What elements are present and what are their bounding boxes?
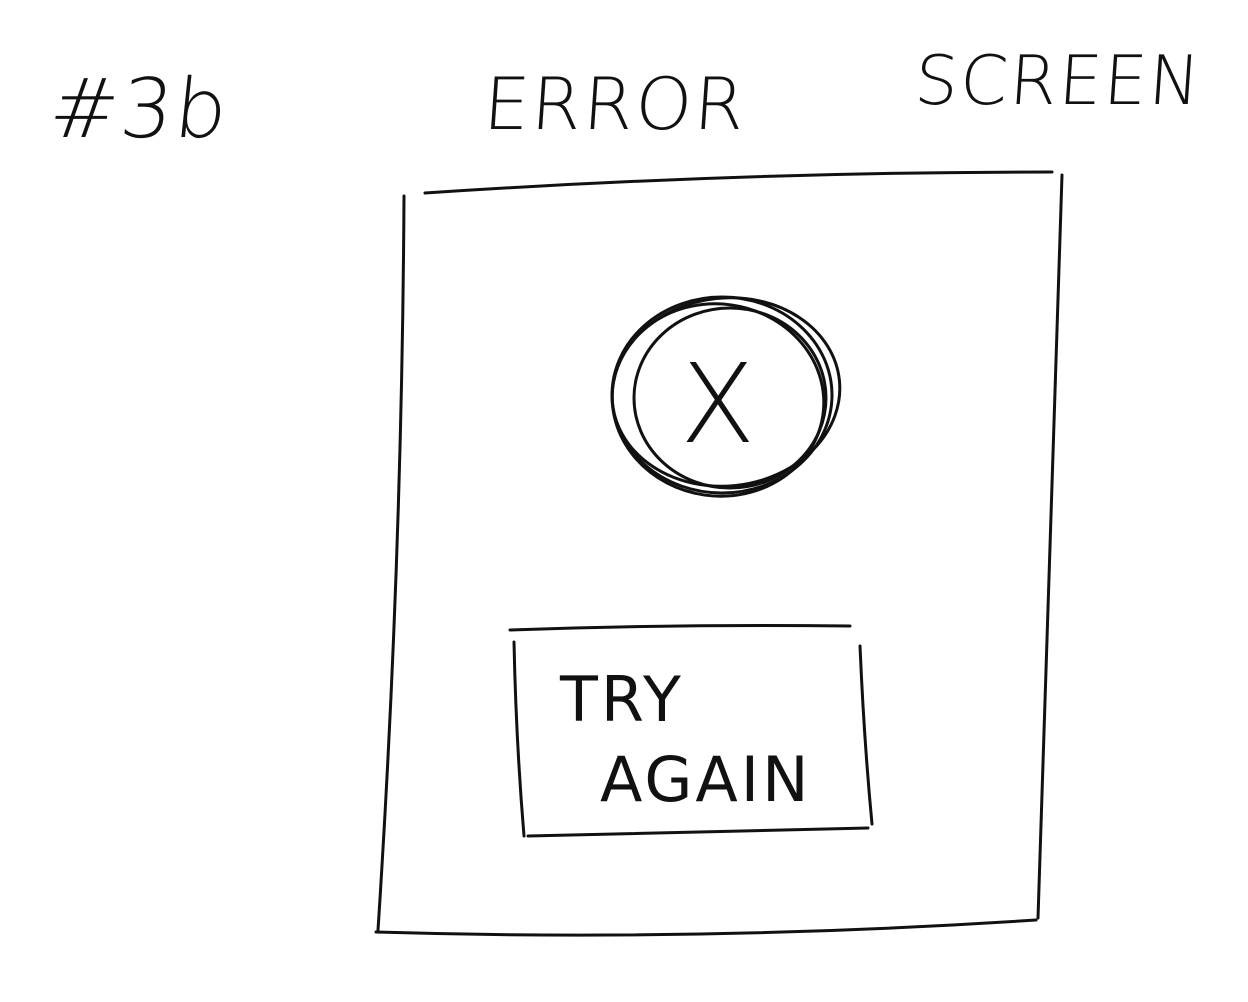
wireframe-drawing <box>374 170 1064 937</box>
try-again-line1: TRY <box>560 663 684 736</box>
try-again-line2: AGAIN <box>600 743 812 816</box>
screen-frame <box>374 170 1064 937</box>
try-again-button[interactable]: TRY AGAIN <box>560 660 811 820</box>
x-icon: X <box>680 340 758 468</box>
